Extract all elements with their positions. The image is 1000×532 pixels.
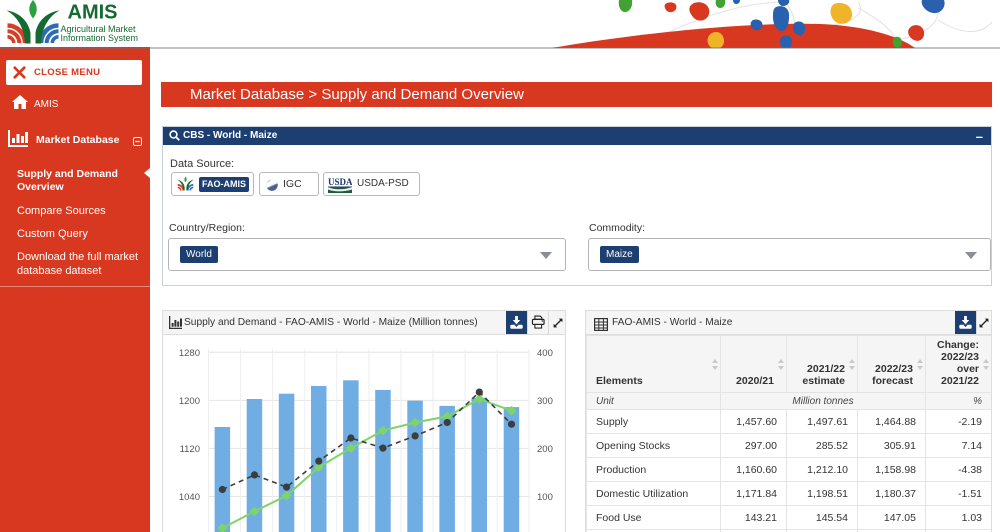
svg-text:1200: 1200	[179, 396, 200, 407]
svg-text:AMIS: AMIS	[68, 2, 118, 24]
svg-text:400: 400	[537, 348, 553, 359]
svg-text:1040: 1040	[179, 492, 200, 503]
svg-text:1120: 1120	[180, 444, 200, 455]
svg-text:300: 300	[537, 396, 553, 407]
svg-text:Information System: Information System	[61, 33, 139, 43]
svg-text:1280: 1280	[179, 348, 200, 359]
svg-text:USDA: USDA	[328, 177, 352, 187]
svg-text:100: 100	[537, 492, 553, 503]
svg-text:200: 200	[537, 444, 553, 455]
